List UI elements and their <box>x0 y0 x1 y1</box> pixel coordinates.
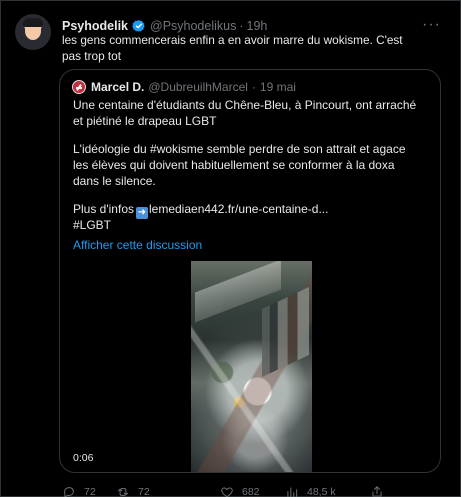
quoted-tweet-header: Marcel D. @DubreuilhMarcel · 19 mai <box>91 77 428 97</box>
quoted-author-handle[interactable]: @DubreuilhMarcel <box>148 80 248 94</box>
heart-icon <box>221 487 233 497</box>
reply-button[interactable]: 72 <box>62 485 96 497</box>
share-icon <box>372 486 382 497</box>
tweet-text: les gens commencerais enfin a en avoir m… <box>62 33 403 63</box>
hashtag-link[interactable]: #LGBT <box>73 217 423 233</box>
tweet-card[interactable]: Psyhodelik @Psyhodelikus · 19h ··· les g… <box>0 0 461 497</box>
retweet-icon <box>117 488 129 496</box>
quoted-author-display-name[interactable]: Marcel D. <box>91 80 144 94</box>
video-duration: 0:06 <box>73 452 94 464</box>
tweet-actions: 72 72 682 48,5 k <box>59 485 389 497</box>
video-thumbnail[interactable] <box>191 261 312 472</box>
views-chart-icon <box>287 487 298 497</box>
quoted-paragraph-1: Une centaine d'étudiants du Chêne-Bleu, … <box>73 98 417 128</box>
more-horizontal-icon[interactable]: ··· <box>422 16 440 34</box>
reply-icon <box>64 487 74 497</box>
more-info-prefix: Plus d'infos <box>73 202 134 216</box>
views-button[interactable]: 48,5 k <box>285 485 336 497</box>
external-link[interactable]: lemediaen442.fr/une-centaine-d... <box>149 202 328 216</box>
retweet-count: 72 <box>138 486 150 497</box>
quoted-paragraph-2: L'idéologie du #wokisme semble perdre de… <box>73 142 406 188</box>
show-thread-link[interactable]: Afficher cette discussion <box>73 238 202 252</box>
retweet-button[interactable]: 72 <box>116 485 150 497</box>
quoted-tweet-card[interactable]: Marcel D. @DubreuilhMarcel · 19 mai Une … <box>59 69 441 473</box>
quoted-author-avatar[interactable] <box>72 80 86 94</box>
video-scene <box>191 261 312 472</box>
share-button[interactable] <box>370 485 384 497</box>
verified-badge-icon <box>132 20 145 32</box>
view-count: 48,5 k <box>307 486 336 497</box>
quoted-tweet-date[interactable]: 19 mai <box>260 80 296 94</box>
like-count: 682 <box>242 486 260 497</box>
reply-count: 72 <box>84 486 96 497</box>
author-avatar[interactable] <box>15 14 51 50</box>
quoted-header-separator: · <box>251 80 256 94</box>
like-button[interactable]: 682 <box>220 485 260 497</box>
